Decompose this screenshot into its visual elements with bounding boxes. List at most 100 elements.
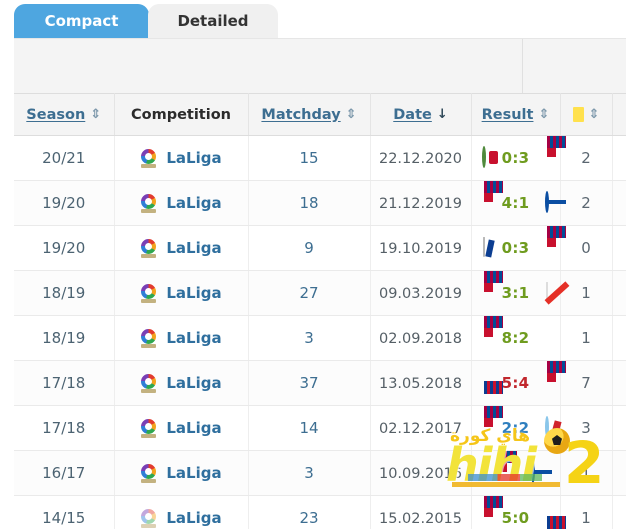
matchday-value: 14: [299, 419, 319, 437]
date-value: 10.09.2016: [378, 466, 463, 482]
matchday-value: 9: [304, 239, 314, 257]
sort-updown-icon[interactable]: ⇕: [538, 108, 549, 121]
cell-date: 02.09.2018: [370, 315, 472, 361]
matchday-value: 23: [299, 509, 319, 527]
date-value: 19.10.2019: [378, 241, 463, 257]
match-history-table: Season ⇕ Competition Matchday ⇕ Date ↓ R…: [14, 93, 626, 529]
matchday-value: 27: [299, 284, 319, 302]
match-history-panel: Compact Detailed Season ⇕ Competition Ma…: [0, 0, 640, 529]
yellow-card-count: 0: [581, 239, 591, 257]
yellow-card-count: 2: [581, 149, 591, 167]
table-row[interactable]: 17/18 LaLiga 14 02.12.2017 2:2 3: [14, 405, 626, 451]
cell-result[interactable]: 0:3: [471, 225, 561, 271]
laliga-logo-icon: [140, 508, 157, 528]
season-value: 19/20: [42, 194, 86, 212]
table-row[interactable]: 18/19 LaLiga 27 09.03.2019 3:1 1: [14, 270, 626, 316]
table-row[interactable]: 19/20 LaLiga 9 19.10.2019 0:3 0: [14, 225, 626, 271]
cell-competition[interactable]: LaLiga: [114, 180, 249, 226]
yellow-card-count: 1: [581, 509, 591, 527]
yellow-card-count: 7: [581, 374, 591, 392]
table-row[interactable]: 17/18 LaLiga 37 13.05.2018 5:4 7: [14, 360, 626, 406]
column-header-result[interactable]: Result ⇕: [471, 93, 561, 136]
cell-matchday[interactable]: 14: [248, 405, 371, 451]
column-header-date-label: Date: [393, 106, 432, 123]
cell-competition[interactable]: LaLiga: [114, 270, 249, 316]
cell-overflow: [612, 495, 626, 529]
cell-result[interactable]: 5:0: [471, 495, 561, 529]
table-row[interactable]: 18/19 LaLiga 3 02.09.2018 8:2 1: [14, 315, 626, 361]
cell-season: 18/19: [14, 270, 115, 316]
cell-overflow: [612, 270, 626, 316]
column-header-matchday[interactable]: Matchday ⇕: [248, 93, 371, 136]
cell-matchday[interactable]: 18: [248, 180, 371, 226]
cell-yellow-cards: 0: [560, 225, 613, 271]
cell-overflow: [612, 225, 626, 271]
cell-matchday[interactable]: 3: [248, 315, 371, 361]
cell-result[interactable]: 0:3: [471, 135, 561, 181]
column-header-season-label: Season: [26, 106, 86, 123]
table-row[interactable]: 19/20 LaLiga 18 21.12.2019 4:1 2: [14, 180, 626, 226]
sort-updown-icon[interactable]: ⇕: [90, 108, 101, 121]
column-header-yellow-cards[interactable]: ⇕: [560, 93, 613, 136]
cell-matchday[interactable]: 15: [248, 135, 371, 181]
score-value: 2:2: [501, 419, 530, 437]
cell-date: 13.05.2018: [370, 360, 472, 406]
cell-competition[interactable]: LaLiga: [114, 225, 249, 271]
yellow-card-count: 1: [581, 284, 591, 302]
sort-down-icon[interactable]: ↓: [437, 108, 448, 121]
cell-yellow-cards: 2: [560, 180, 613, 226]
cell-matchday[interactable]: 9: [248, 225, 371, 271]
cell-matchday[interactable]: 37: [248, 360, 371, 406]
sort-updown-icon[interactable]: ⇕: [589, 108, 600, 121]
table-row[interactable]: 16/17 LaLiga 3 10.09.2016 1: [14, 450, 626, 496]
season-value: 17/18: [42, 374, 86, 392]
laliga-logo-icon: [140, 463, 157, 483]
score-value: 3:1: [501, 284, 530, 302]
season-value: 18/19: [42, 284, 86, 302]
cell-yellow-cards: 1: [560, 315, 613, 361]
laliga-logo-icon: [140, 148, 157, 168]
column-header-matchday-label: Matchday: [261, 106, 341, 123]
laliga-logo-icon: [140, 238, 157, 258]
toolbar-right-region: [523, 39, 626, 94]
laliga-logo-icon: [140, 328, 157, 348]
cell-result[interactable]: 3:1: [471, 270, 561, 316]
cell-result[interactable]: 5:4: [471, 360, 561, 406]
cell-overflow: [612, 135, 626, 181]
cell-matchday[interactable]: 27: [248, 270, 371, 316]
cell-competition[interactable]: LaLiga: [114, 315, 249, 361]
rayo-crest: [537, 281, 556, 304]
cell-season: 18/19: [14, 315, 115, 361]
cell-competition[interactable]: LaLiga: [114, 360, 249, 406]
cell-matchday[interactable]: 3: [248, 450, 371, 496]
date-value: 21.12.2019: [378, 196, 463, 212]
column-header-season[interactable]: Season ⇕: [14, 93, 115, 136]
season-value: 16/17: [42, 464, 86, 482]
cell-result[interactable]: 4:1: [471, 180, 561, 226]
score-value: 0:3: [501, 149, 530, 167]
table-row[interactable]: 20/21 LaLiga 15 22.12.2020 0:3 2: [14, 135, 626, 181]
cell-competition[interactable]: LaLiga: [114, 405, 249, 451]
barcelona-crest: [475, 508, 494, 529]
cell-result[interactable]: [471, 450, 561, 496]
cell-result[interactable]: 2:2: [471, 405, 561, 451]
tab-detailed-label: Detailed: [177, 12, 249, 30]
table-row[interactable]: 14/15 LaLiga 23 15.02.2015 5:0 1: [14, 495, 626, 529]
yellow-card-count: 1: [581, 464, 591, 482]
competition-name: LaLiga: [166, 239, 222, 257]
season-value: 18/19: [42, 329, 86, 347]
cell-result[interactable]: 8:2: [471, 315, 561, 361]
cell-competition[interactable]: LaLiga: [114, 135, 249, 181]
sort-updown-icon[interactable]: ⇕: [346, 108, 357, 121]
laliga-logo-icon: [140, 373, 157, 393]
cell-overflow: [612, 450, 626, 496]
cell-competition[interactable]: LaLiga: [114, 495, 249, 529]
score-value: 5:0: [501, 509, 530, 527]
cell-matchday[interactable]: 23: [248, 495, 371, 529]
cell-competition[interactable]: LaLiga: [114, 450, 249, 496]
column-header-date[interactable]: Date ↓: [370, 93, 472, 136]
tab-detailed[interactable]: Detailed: [148, 4, 278, 38]
yellow-card-count: 2: [581, 194, 591, 212]
tab-compact[interactable]: Compact: [14, 4, 149, 38]
tab-compact-label: Compact: [44, 12, 119, 30]
